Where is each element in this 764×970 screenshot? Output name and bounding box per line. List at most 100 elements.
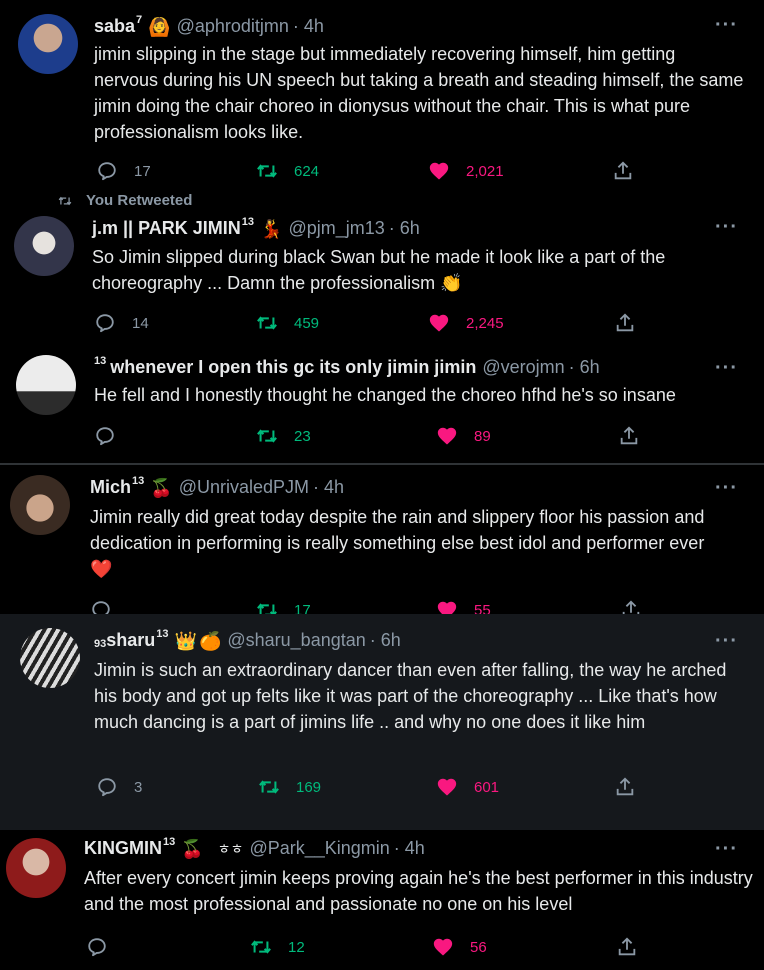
share-button[interactable] xyxy=(614,776,636,798)
share-button[interactable] xyxy=(616,936,638,958)
avatar[interactable] xyxy=(18,14,78,74)
share-button[interactable] xyxy=(618,425,640,447)
reply-icon xyxy=(90,599,112,615)
reply-button[interactable] xyxy=(94,425,116,447)
display-name[interactable]: sharu xyxy=(106,630,155,651)
name-superscript: 7 xyxy=(136,13,143,26)
like-button[interactable]: 56 xyxy=(432,936,487,958)
more-icon[interactable]: ··· xyxy=(715,477,738,500)
name-superscript: 13 xyxy=(241,215,255,228)
more-icon[interactable]: ··· xyxy=(715,630,738,653)
avatar[interactable] xyxy=(10,475,70,535)
retweet-count: 169 xyxy=(296,778,322,796)
display-name[interactable]: j.m || PARK JIMIN xyxy=(92,218,241,239)
tweet[interactable]: 93 sharu 13 👑 🍊 @sharu_bangtan · 6h ··· … xyxy=(0,614,764,830)
like-icon xyxy=(428,312,450,334)
reply-icon xyxy=(94,425,116,447)
user-handle[interactable]: @sharu_bangtan xyxy=(227,630,365,651)
tweet-header: saba 7 🙆 @aphroditjmn · 4h xyxy=(94,13,324,37)
retweet-icon xyxy=(256,160,278,182)
reply-button[interactable]: 14 xyxy=(94,312,149,334)
retweet-button[interactable]: 169 xyxy=(258,776,321,798)
display-name[interactable]: saba xyxy=(94,16,135,37)
timestamp[interactable]: · 4h xyxy=(293,16,324,37)
like-count: 2,021 xyxy=(466,162,504,180)
reply-count: 17 xyxy=(134,162,151,180)
share-icon xyxy=(616,936,638,958)
reply-icon xyxy=(96,160,118,182)
display-name[interactable]: whenever I open this gc its only jimin j… xyxy=(110,357,476,378)
share-button[interactable] xyxy=(612,160,634,182)
more-icon[interactable]: ··· xyxy=(715,14,738,37)
user-handle[interactable]: @aphroditjmn xyxy=(177,16,289,37)
reply-button[interactable] xyxy=(86,936,108,958)
retweet-button[interactable]: 23 xyxy=(256,425,311,447)
like-button[interactable]: 2,021 xyxy=(428,160,504,182)
avatar[interactable] xyxy=(16,355,76,415)
tweet-text: Jimin is such an extraordinary dancer th… xyxy=(94,660,727,732)
retweet-button[interactable]: 624 xyxy=(256,160,319,182)
tweet-header: KINGMIN 13 🍒 ㅎㅎ @Park__Kingmin · 4h xyxy=(84,835,425,859)
reply-button[interactable]: 17 xyxy=(96,160,151,182)
retweet-context-icon xyxy=(56,194,74,208)
user-handle[interactable]: @UnrivaledPJM xyxy=(179,477,309,498)
user-handle[interactable]: @Park__Kingmin xyxy=(249,838,389,859)
tweet-header: Mich 13 🍒 @UnrivaledPJM · 4h xyxy=(90,474,344,498)
retweet-count: 17 xyxy=(294,601,311,616)
like-button[interactable]: 55 xyxy=(436,599,491,615)
like-count: 89 xyxy=(474,427,491,445)
share-icon xyxy=(614,312,636,334)
display-name[interactable]: KINGMIN xyxy=(84,838,162,859)
like-count: 2,245 xyxy=(466,314,504,332)
like-button[interactable]: 89 xyxy=(436,425,491,447)
tweet[interactable]: KINGMIN 13 🍒 ㅎㅎ @Park__Kingmin · 4h ··· … xyxy=(0,830,764,970)
retweet-count: 624 xyxy=(294,162,320,180)
name-superscript: 13 xyxy=(163,835,176,848)
retweet-button[interactable]: 17 xyxy=(256,599,311,615)
retweet-button[interactable]: 12 xyxy=(250,936,305,958)
name-superscript: 13 xyxy=(132,474,145,487)
retweet-button[interactable]: 459 xyxy=(256,312,319,334)
like-button[interactable]: 2,245 xyxy=(428,312,504,334)
retweet-icon xyxy=(256,425,278,447)
user-handle[interactable]: @pjm_jm13 xyxy=(288,218,384,239)
avatar[interactable] xyxy=(20,628,80,688)
share-icon xyxy=(614,776,636,798)
more-icon[interactable]: ··· xyxy=(715,838,738,861)
emoji-secondary: 🍊 xyxy=(198,630,222,651)
like-button[interactable]: 601 xyxy=(436,776,499,798)
timestamp[interactable]: · 4h xyxy=(394,838,425,859)
timestamp[interactable]: · 4h xyxy=(313,477,344,498)
display-name[interactable]: Mich xyxy=(90,477,131,498)
reply-icon xyxy=(86,936,108,958)
tweet-text: He fell and I honestly thought he change… xyxy=(94,385,676,405)
share-icon xyxy=(620,599,642,615)
tweet-header: j.m || PARK JIMIN 13 💃 @pjm_jm13 · 6h xyxy=(92,215,420,239)
tweet-header: 13 whenever I open this gc its only jimi… xyxy=(94,355,600,378)
avatar[interactable] xyxy=(14,216,74,276)
avatar[interactable] xyxy=(6,838,66,898)
tweet[interactable]: You Retweeted j.m || PARK JIMIN 13 💃 @pj… xyxy=(0,188,764,345)
retweet-icon xyxy=(256,312,278,334)
timestamp[interactable]: · 6h xyxy=(389,218,420,239)
retweet-icon xyxy=(250,936,272,958)
reply-button[interactable] xyxy=(90,599,112,615)
reply-count: 14 xyxy=(132,314,149,332)
share-button[interactable] xyxy=(620,599,642,615)
reply-icon xyxy=(96,776,118,798)
name-prefix: 93 xyxy=(94,637,107,650)
emoji: 👑 xyxy=(174,630,197,651)
more-icon[interactable]: ··· xyxy=(715,216,738,239)
more-icon[interactable]: ··· xyxy=(715,357,738,380)
timestamp[interactable]: · 6h xyxy=(569,357,600,378)
retweet-count: 23 xyxy=(294,427,311,445)
like-icon xyxy=(436,776,458,798)
share-button[interactable] xyxy=(614,312,636,334)
emoji: 🙆 xyxy=(148,16,171,37)
tweet[interactable]: Mich 13 🍒 @UnrivaledPJM · 4h ··· Jimin r… xyxy=(0,463,764,615)
user-handle[interactable]: @verojmn xyxy=(482,357,564,378)
reply-button[interactable]: 3 xyxy=(96,776,142,798)
tweet[interactable]: saba 7 🙆 @aphroditjmn · 4h ··· jimin sli… xyxy=(0,0,764,196)
timestamp[interactable]: · 6h xyxy=(370,630,401,651)
tweet[interactable]: 13 whenever I open this gc its only jimi… xyxy=(0,345,764,463)
